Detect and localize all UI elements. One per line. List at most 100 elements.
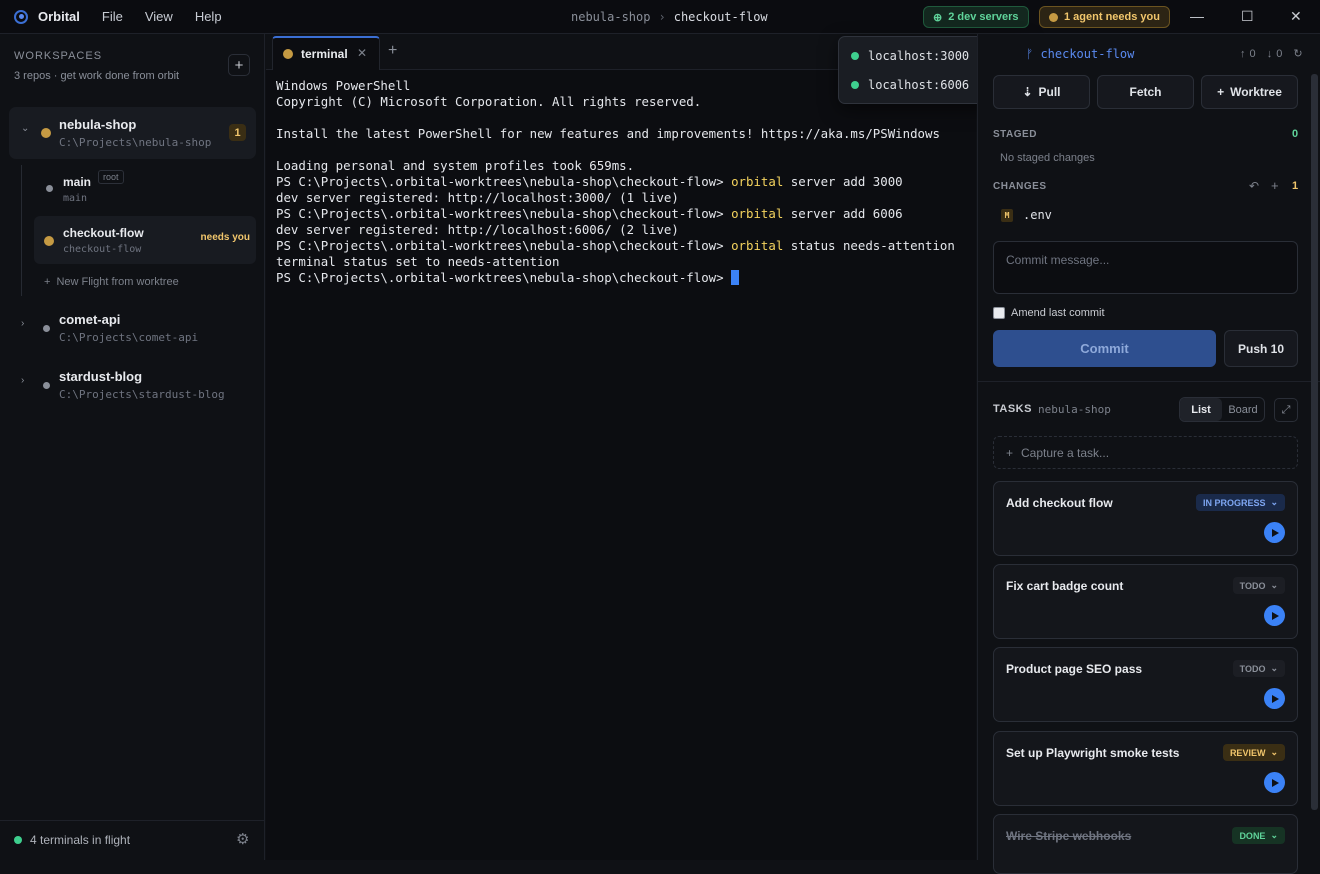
stage-all-icon[interactable]: +	[1271, 178, 1279, 193]
amend-checkbox-row[interactable]: Amend last commit	[993, 307, 1105, 319]
agent-needs-label: 1 agent needs you	[1064, 11, 1160, 23]
commit-button[interactable]: Commit	[993, 330, 1216, 367]
push-button[interactable]: Push 10	[1224, 330, 1298, 367]
breadcrumb-branch[interactable]: checkout-flow	[674, 10, 768, 24]
tab-terminal[interactable]: terminal ✕	[272, 36, 380, 70]
chevron-down-icon: ⌄	[1270, 747, 1278, 757]
agent-needs-pill[interactable]: 1 agent needs you	[1039, 6, 1170, 28]
menu-view[interactable]: View	[145, 9, 173, 24]
terminals-in-flight: 4 terminals in flight	[30, 833, 131, 847]
globe-icon: ⊕	[933, 11, 943, 24]
no-staged-text: No staged changes	[1000, 152, 1095, 164]
server-item[interactable]: localhost:6006	[851, 78, 969, 92]
repo-nebula-shop[interactable]: ⌄ nebula-shop C:\Projects\nebula-shop 1	[9, 107, 256, 159]
changed-file[interactable]: .env	[1023, 208, 1052, 222]
fetch-label: Fetch	[1129, 85, 1162, 99]
pull-button[interactable]: ⇣ Pull	[993, 75, 1090, 109]
worktree-checkout-flow[interactable]: checkout-flow checkout-flow needs you	[34, 216, 256, 264]
task-title: Set up Playwright smoke tests	[1006, 746, 1180, 760]
new-tab-button[interactable]: +	[388, 42, 397, 60]
dev-servers-pill[interactable]: ⊕ 2 dev servers	[923, 6, 1029, 28]
menu-file[interactable]: File	[102, 9, 123, 24]
task-status-dropdown[interactable]: REVIEW ⌄	[1222, 744, 1285, 761]
task-card[interactable]: Wire Stripe webhooks DONE ⌄	[993, 814, 1298, 874]
terminal-text: dev server registered: http://localhost:…	[276, 190, 679, 205]
commit-message-input[interactable]: Commit message...	[993, 241, 1298, 294]
pull-arrow-icon[interactable]: ↓0	[1267, 48, 1287, 60]
needs-you-badge: needs you	[200, 232, 250, 243]
play-icon[interactable]	[1264, 772, 1285, 793]
worktree-path: main	[63, 193, 88, 204]
task-status-dropdown[interactable]: TODO ⌄	[1232, 660, 1285, 677]
task-status-label: TODO	[1239, 663, 1266, 674]
terminal-text: Loading personal and system profiles too…	[276, 158, 635, 173]
play-icon[interactable]	[1264, 605, 1285, 626]
right-panel: ᚠ checkout-flow ↑0 ↓0 ↻ ⇣ Pull Fetch + Wor…	[977, 34, 1320, 874]
terminal-line: PS C:\Projects\.orbital-worktrees\nebula…	[276, 238, 955, 254]
capture-task-input[interactable]: + Capture a task...	[993, 436, 1298, 469]
menu-help[interactable]: Help	[195, 9, 222, 24]
changes-heading: CHANGES	[993, 181, 1047, 192]
minimize-icon[interactable]: —	[1190, 8, 1204, 24]
task-card[interactable]: Add checkout flow IN PROGRESS ⌄	[993, 481, 1298, 556]
amend-checkbox[interactable]	[993, 307, 1005, 319]
git-branch[interactable]: ᚠ checkout-flow	[1026, 47, 1134, 61]
terminal-line: PS C:\Projects\.orbital-worktrees\nebula…	[276, 270, 955, 286]
play-icon[interactable]	[1264, 688, 1285, 709]
view-list-button[interactable]: List	[1180, 398, 1222, 421]
worktree-main[interactable]: main root main	[34, 165, 256, 213]
discard-icon[interactable]: ↶	[1249, 179, 1259, 193]
gear-icon[interactable]: ⚙	[236, 830, 249, 848]
plus-icon: +	[234, 56, 244, 74]
close-tab-icon[interactable]: ✕	[357, 46, 367, 60]
fetch-button[interactable]: Fetch	[1097, 75, 1194, 109]
refresh-icon[interactable]: ↻	[1293, 48, 1306, 60]
task-card[interactable]: Set up Playwright smoke tests REVIEW ⌄	[993, 731, 1298, 806]
server-item[interactable]: localhost:3000	[851, 49, 969, 63]
terminal-line: dev server registered: http://localhost:…	[276, 222, 955, 238]
pull-label: Pull	[1038, 85, 1061, 99]
push-arrow-icon[interactable]: ↑0	[1240, 48, 1260, 60]
chevron-right-icon[interactable]: ›	[21, 375, 24, 386]
plus-icon: +	[1006, 446, 1014, 460]
maximize-icon[interactable]: ☐	[1241, 8, 1254, 25]
title-bar: Orbital File View Help nebula-shop › check…	[0, 0, 1320, 34]
repo-stardust-blog[interactable]: › stardust-blog C:\Projects\stardust-blo…	[9, 359, 256, 411]
orbital-logo-icon	[14, 9, 28, 24]
live-dot-icon	[14, 836, 22, 844]
worktree-status-dot	[46, 185, 53, 192]
terminal-prompt: PS C:\Projects\.orbital-worktrees\nebula…	[276, 206, 732, 221]
task-card[interactable]: Product page SEO pass TODO ⌄	[993, 647, 1298, 722]
terminal-line: dev server registered: http://localhost:…	[276, 190, 955, 206]
repo-path: C:\Projects\stardust-blog	[59, 388, 225, 401]
modified-badge: M	[1001, 209, 1013, 222]
app-name: Orbital	[38, 9, 80, 24]
plus-icon: +	[44, 276, 51, 288]
expand-icon[interactable]: ⤢	[1274, 398, 1298, 422]
chevron-right-icon[interactable]: ›	[21, 318, 24, 329]
server-url: localhost:3000	[868, 49, 970, 63]
close-window-icon[interactable]: ✕	[1290, 8, 1302, 25]
terminal-line: Install the latest PowerShell for new fe…	[276, 126, 955, 142]
breadcrumb-repo[interactable]: nebula-shop	[571, 10, 650, 24]
play-icon[interactable]	[1264, 522, 1285, 543]
task-card[interactable]: Fix cart badge count TODO ⌄	[993, 564, 1298, 639]
terminal-text: Windows PowerShell	[276, 78, 411, 93]
worktree-name: checkout-flow	[63, 226, 144, 240]
task-status-dropdown[interactable]: DONE ⌄	[1232, 827, 1285, 844]
new-flight-button[interactable]: + New Flight from worktree	[44, 276, 179, 288]
worktree-button[interactable]: + Worktree	[1201, 75, 1298, 109]
task-status-dropdown[interactable]: TODO ⌄	[1232, 577, 1285, 594]
tasks-scrollbar[interactable]	[1311, 74, 1318, 810]
repo-name: stardust-blog	[59, 369, 143, 384]
terminal-args: server add 6006	[783, 206, 903, 221]
task-status-label: DONE	[1239, 830, 1266, 841]
view-board-button[interactable]: Board	[1222, 398, 1264, 421]
chevron-down-icon[interactable]: ⌄	[21, 123, 29, 134]
repo-comet-api[interactable]: › comet-api C:\Projects\comet-api	[9, 302, 256, 354]
add-workspace-button[interactable]: +	[228, 54, 250, 76]
task-status-dropdown[interactable]: IN PROGRESS ⌄	[1195, 494, 1285, 511]
terminal-line: PS C:\Projects\.orbital-worktrees\nebula…	[276, 206, 955, 222]
terminal-output[interactable]: Windows PowerShell Copyright (C) Microsof…	[276, 78, 955, 286]
